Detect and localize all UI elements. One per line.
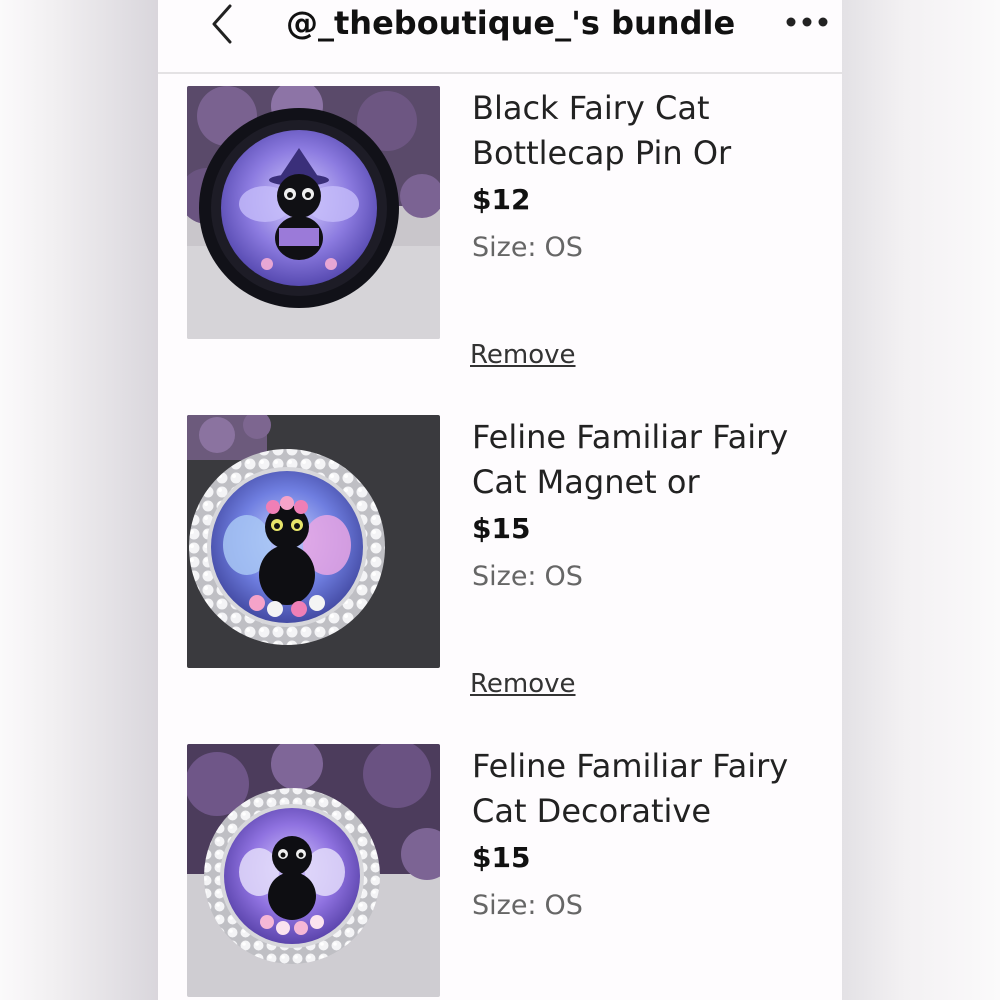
bundle-screen: @_theboutique_'s bundle Black Fairy Cat … bbox=[158, 0, 842, 1000]
item-size: Size: OS bbox=[472, 888, 583, 924]
item-price: $12 bbox=[472, 183, 531, 216]
size-label: Size: bbox=[472, 232, 537, 263]
product-image[interactable] bbox=[187, 415, 440, 668]
size-label: Size: bbox=[472, 890, 537, 921]
size-value: OS bbox=[544, 890, 583, 921]
item-title[interactable]: Feline Familiar Fairy Cat Magnet or bbox=[472, 415, 822, 505]
item-title-line: Cat Decorative bbox=[472, 792, 711, 830]
more-options-button[interactable] bbox=[782, 6, 832, 38]
product-image[interactable] bbox=[187, 744, 440, 997]
item-title-line: Bottlecap Pin Or bbox=[472, 134, 732, 172]
item-title-line: Cat Magnet or bbox=[472, 463, 700, 501]
page-title: @_theboutique_'s bundle bbox=[286, 4, 736, 42]
size-value: OS bbox=[544, 561, 583, 592]
item-title[interactable]: Feline Familiar Fairy Cat Decorative bbox=[472, 744, 822, 834]
header-bar: @_theboutique_'s bundle bbox=[158, 0, 842, 74]
chevron-left-icon bbox=[212, 4, 232, 44]
item-price: $15 bbox=[472, 841, 531, 874]
remove-link[interactable]: Remove bbox=[470, 667, 576, 701]
item-size: Size: OS bbox=[472, 559, 583, 595]
size-value: OS bbox=[544, 232, 583, 263]
left-backdrop bbox=[0, 0, 158, 1000]
size-label: Size: bbox=[472, 561, 537, 592]
rhinestone-decorative-photo bbox=[187, 744, 440, 997]
item-title-line: Black Fairy Cat bbox=[472, 89, 710, 127]
rhinestone-magnet-photo bbox=[187, 415, 440, 668]
item-size: Size: OS bbox=[472, 230, 583, 266]
back-button[interactable] bbox=[202, 2, 242, 46]
item-title[interactable]: Black Fairy Cat Bottlecap Pin Or bbox=[472, 86, 822, 176]
bottlecap-pin-photo bbox=[187, 86, 440, 339]
right-backdrop bbox=[842, 0, 1000, 1000]
remove-link[interactable]: Remove bbox=[470, 338, 576, 372]
more-horizontal-icon bbox=[786, 17, 828, 27]
item-title-line: Feline Familiar Fairy bbox=[472, 747, 789, 785]
item-title-line: Feline Familiar Fairy bbox=[472, 418, 789, 456]
item-price: $15 bbox=[472, 512, 531, 545]
product-image[interactable] bbox=[187, 86, 440, 339]
